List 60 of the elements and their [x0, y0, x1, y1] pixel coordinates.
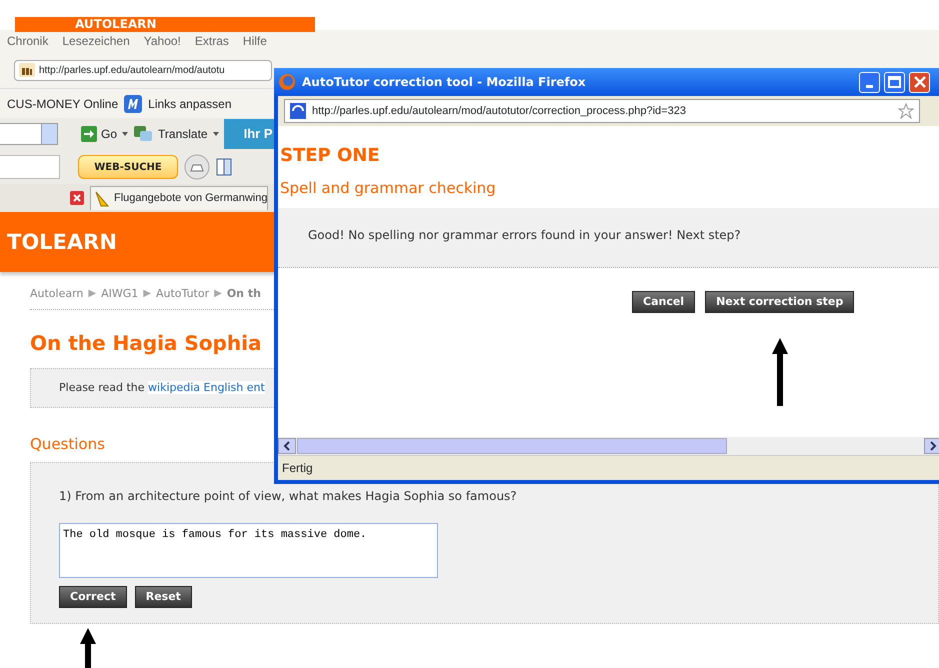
translate-button[interactable]: Translate [158, 125, 208, 143]
up-arrow [80, 628, 96, 668]
bookmark-link[interactable]: CUS-MONEY Online [7, 94, 118, 112]
close-button[interactable] [909, 72, 930, 92]
step-subheading: Spell and grammar checking [280, 178, 497, 199]
banner-logo: AUTOLEARN [15, 17, 315, 32]
caret-icon [212, 132, 219, 136]
question-text: 1) From an architecture point of view, what makes Hagia Sophia so famous? [59, 488, 518, 505]
menu-item[interactable]: Lesezeichen [62, 32, 130, 50]
maximize-icon [888, 76, 901, 88]
minimize-icon [866, 84, 873, 88]
up-arrow [772, 338, 788, 406]
breadcrumb-link[interactable]: Autolearn [30, 286, 84, 302]
chevron-right-icon [929, 441, 937, 451]
form-button[interactable]: Correct [59, 586, 127, 608]
menu-item[interactable]: Chronik [7, 32, 48, 50]
breadcrumb-link[interactable]: AutoTutor [156, 286, 210, 302]
address-field[interactable]: http://parles.upf.edu/autolearn/mod/autotu [14, 60, 272, 80]
site-icon [19, 63, 35, 77]
browser-tab[interactable]: Flugangebote von Germanwing [90, 186, 268, 210]
bookmark-link[interactable]: Links anpassen [148, 94, 232, 112]
window-title: AutoTutor correction tool - Mozilla Firefox [302, 74, 587, 91]
toolbar-dropdown[interactable] [0, 123, 58, 145]
web-search-button[interactable]: WEB-SUCHE [78, 155, 178, 179]
form-button[interactable]: Reset [134, 586, 192, 608]
star-icon[interactable] [898, 103, 914, 119]
caret-icon [122, 132, 128, 136]
dialog-button[interactable]: Next correction step [705, 290, 854, 312]
minimize-button[interactable] [859, 72, 880, 92]
menu-item[interactable]: Extras [194, 32, 229, 50]
address-field[interactable]: http://parles.upf.edu/autolearn/mod/autotutor/correction_process.php?id=323 [284, 99, 920, 123]
status-text: Fertig [278, 455, 939, 480]
close-icon [914, 76, 926, 88]
bookmark-icon [124, 94, 142, 112]
page-heading: On the Hagia Sophia [30, 330, 262, 356]
wikipedia-link[interactable]: wikipedia English ent [148, 380, 265, 394]
breadcrumb-separator: ▶ [214, 287, 222, 301]
go-button[interactable]: Go [101, 125, 118, 143]
book-icon[interactable] [216, 158, 232, 176]
message-text: Good! No spelling nor grammar errors found in your answer! Next step? [278, 208, 939, 268]
close-tab-icon[interactable] [70, 191, 84, 205]
maximize-button[interactable] [884, 72, 905, 92]
answer-field[interactable]: The old mosque is famous for its massive dome. [59, 523, 438, 578]
chevron-left-icon [283, 441, 291, 451]
section-heading: Questions [30, 434, 105, 454]
translate-icon [133, 125, 154, 143]
breadcrumb-separator: ▶ [88, 287, 96, 301]
site-icon [290, 103, 306, 119]
menu-item[interactable]: Yahoo! [144, 32, 181, 50]
intro-text: Please read the [59, 380, 146, 394]
breadcrumb-link[interactable]: AIWG1 [101, 286, 138, 302]
toolbar-icon[interactable] [184, 154, 210, 180]
scrollbar-thumb[interactable] [297, 438, 727, 454]
breadcrumb-separator: ▶ [143, 287, 151, 301]
tab-icon [95, 190, 109, 206]
menu-item[interactable]: Hilfe [242, 32, 267, 50]
dialog-button[interactable]: Cancel [632, 290, 696, 312]
scroll-right-button[interactable] [924, 438, 939, 454]
scroll-left-button[interactable] [278, 438, 296, 454]
search-field[interactable] [0, 155, 60, 179]
